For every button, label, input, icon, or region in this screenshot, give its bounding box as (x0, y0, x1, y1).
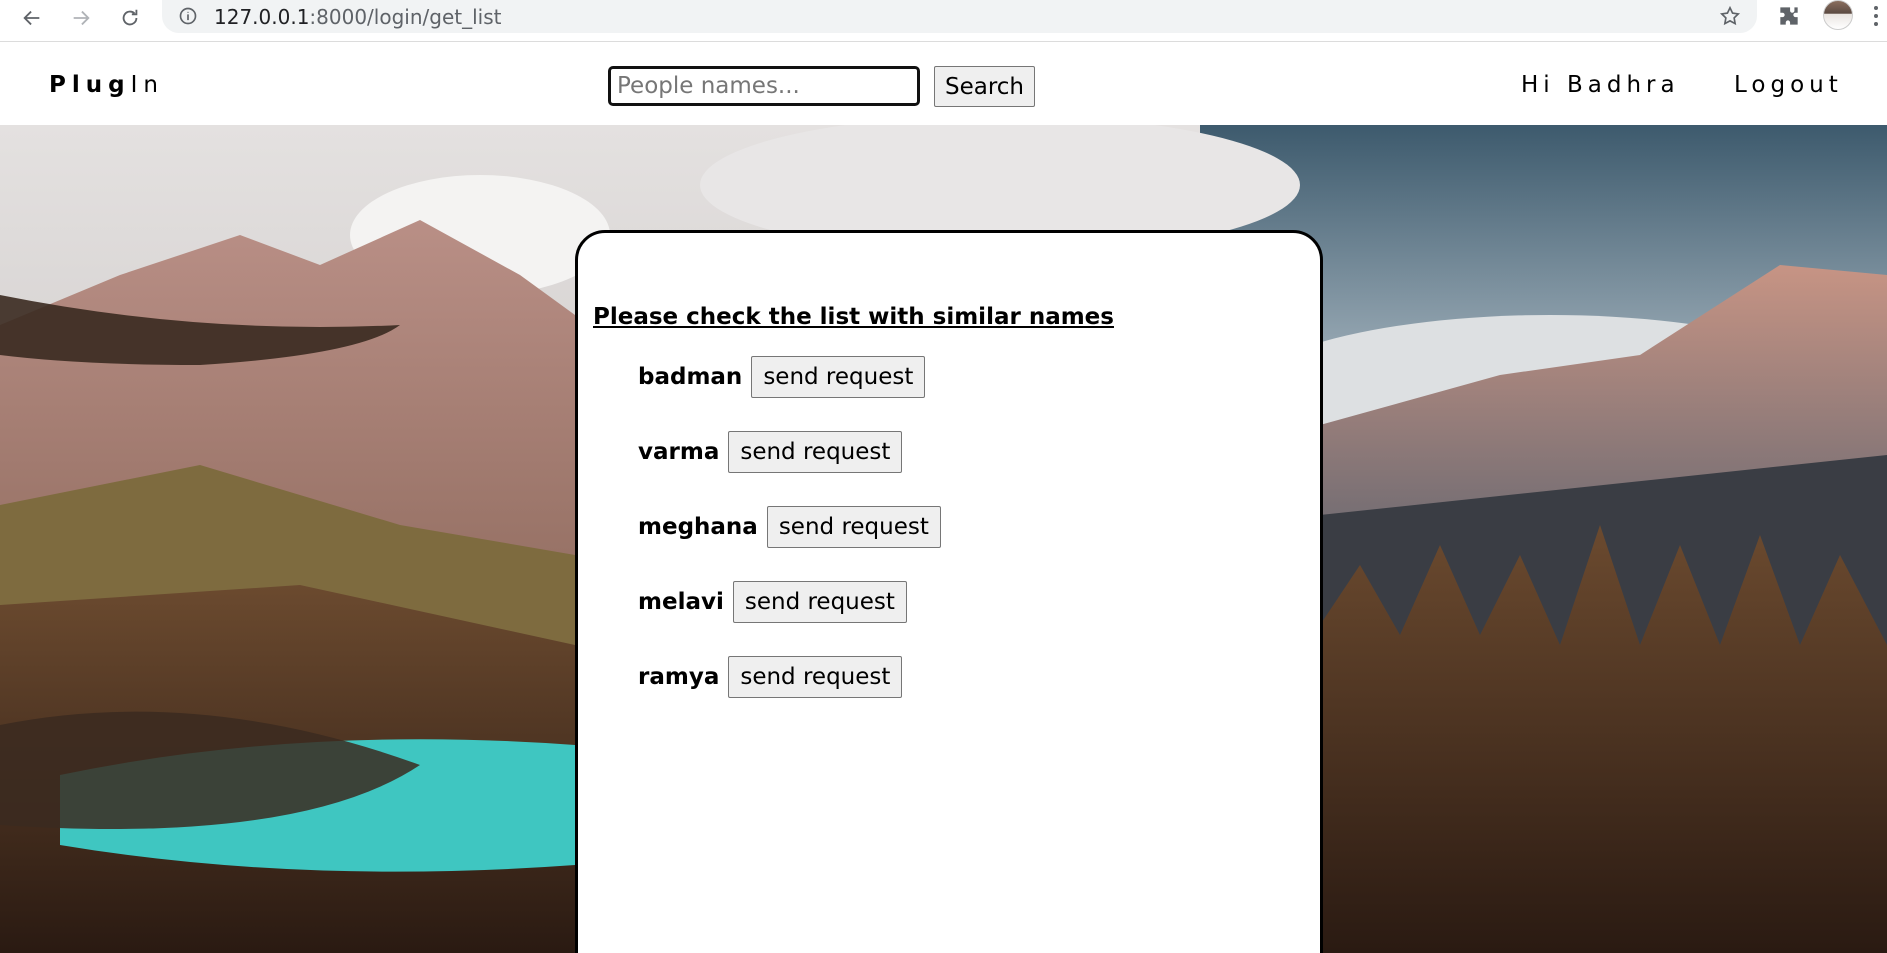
bookmark-star-icon[interactable] (1719, 5, 1741, 27)
list-item: badman send request (638, 356, 941, 398)
profile-avatar[interactable] (1823, 0, 1853, 30)
send-request-button[interactable]: send request (728, 656, 903, 698)
url-text: 127.0.0.1:8000/login/get_list (214, 5, 502, 29)
browser-menu-icon[interactable] (1868, 2, 1884, 30)
send-request-button[interactable]: send request (766, 506, 941, 548)
person-name: meghana (638, 514, 758, 540)
logo-light-text: In (130, 72, 164, 98)
results-heading: Please check the list with similar names (593, 304, 1114, 330)
send-request-button[interactable]: send request (728, 431, 903, 473)
info-icon[interactable] (178, 6, 198, 26)
back-button[interactable] (17, 3, 47, 33)
forward-button[interactable] (66, 3, 96, 33)
reload-icon (122, 9, 138, 26)
site-logo[interactable]: PlugIn (49, 72, 164, 98)
send-request-button[interactable]: send request (732, 581, 907, 623)
person-name: melavi (638, 589, 724, 615)
person-name: ramya (638, 664, 720, 690)
search-button[interactable]: Search (934, 66, 1035, 107)
address-bar[interactable]: 127.0.0.1:8000/login/get_list (162, 0, 1757, 33)
logo-bold-text: Plug (49, 72, 131, 98)
send-request-button[interactable]: send request (751, 356, 926, 398)
list-item: ramya send request (638, 656, 941, 698)
person-name: badman (638, 364, 743, 390)
people-list: badman send request varma send request m… (638, 356, 941, 731)
back-arrow-icon (23, 10, 40, 26)
list-item: varma send request (638, 431, 941, 473)
logout-link[interactable]: Logout (1734, 72, 1843, 98)
user-greeting: Hi Badhra (1521, 72, 1680, 98)
list-item: meghana send request (638, 506, 941, 548)
people-search-input[interactable] (608, 66, 920, 106)
reload-button[interactable] (115, 3, 145, 33)
list-item: melavi send request (638, 581, 941, 623)
extensions-puzzle-icon[interactable] (1776, 3, 1802, 29)
forward-arrow-icon (73, 10, 90, 26)
browser-toolbar: 127.0.0.1:8000/login/get_list (0, 0, 1887, 42)
person-name: varma (638, 439, 720, 465)
